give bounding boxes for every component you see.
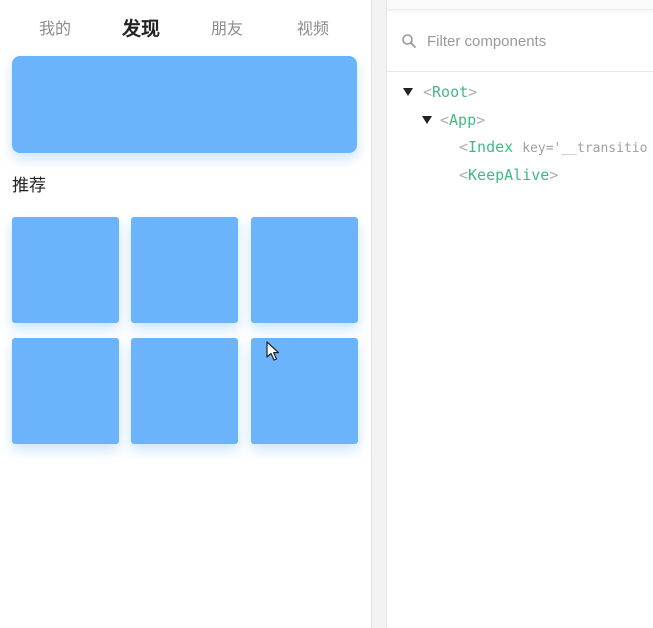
- tree-node-root[interactable]: <Root>: [403, 80, 477, 104]
- tag-name: App: [449, 111, 477, 129]
- expand-arrow-icon[interactable]: [403, 88, 413, 96]
- search-icon: [402, 34, 416, 48]
- filter-bar: [387, 24, 653, 72]
- expand-arrow-icon[interactable]: [422, 116, 432, 124]
- recommend-tile[interactable]: [131, 217, 238, 323]
- devtools-panel: <Root> <App> <Index key='__transitio <Ke…: [387, 0, 653, 628]
- banner[interactable]: [12, 56, 357, 153]
- section-title: 推荐: [12, 176, 46, 196]
- tag-name: Root: [432, 83, 469, 101]
- tab-mine[interactable]: 我的: [12, 15, 98, 43]
- tree-node-index[interactable]: <Index key='__transitio: [459, 135, 647, 159]
- tag-name: KeepAlive: [468, 166, 550, 184]
- tree-node-app[interactable]: <App>: [422, 108, 485, 132]
- filter-components-input[interactable]: [427, 30, 647, 52]
- mouse-cursor-icon: [266, 341, 280, 361]
- key-attribute: key='__transitio: [522, 141, 648, 156]
- tab-video[interactable]: 视频: [270, 15, 356, 43]
- recommend-tile[interactable]: [131, 338, 238, 444]
- tag-name: Index: [468, 138, 514, 156]
- app-panel: 我的 发现 朋友 视频 推荐: [0, 0, 372, 628]
- tab-discover[interactable]: 发现: [98, 15, 184, 43]
- recommend-tile[interactable]: [251, 217, 358, 323]
- tab-friends[interactable]: 朋友: [184, 15, 270, 43]
- top-tabs: 我的 发现 朋友 视频: [0, 15, 370, 43]
- recommend-tile[interactable]: [12, 217, 119, 323]
- devtools-toolbar: [387, 0, 653, 10]
- recommend-tile[interactable]: [12, 338, 119, 444]
- tree-node-keepalive[interactable]: <KeepAlive>: [459, 163, 558, 187]
- panel-divider[interactable]: [371, 0, 387, 628]
